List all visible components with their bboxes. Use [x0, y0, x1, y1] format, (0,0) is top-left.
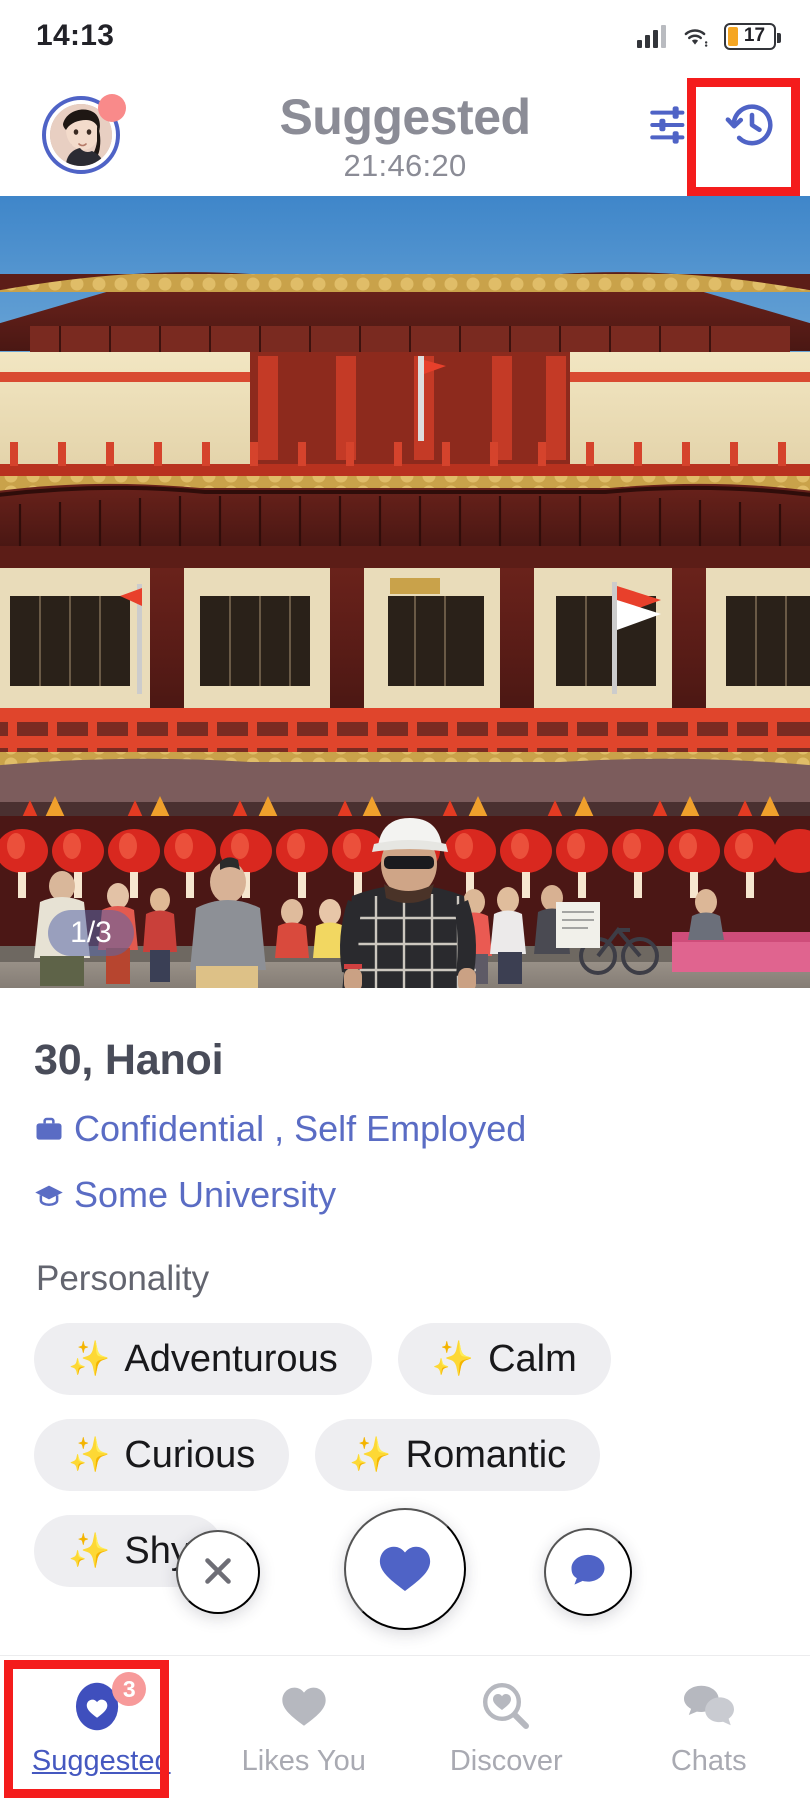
nav-item-chats[interactable]: Chats	[608, 1656, 810, 1800]
nav-label-suggested: Suggested	[31, 1745, 171, 1777]
nav-badge-count: 3	[112, 1672, 147, 1706]
personality-chip-label: Curious	[124, 1434, 256, 1476]
status-bar: 14:13 17	[0, 0, 810, 72]
battery-percent: 17	[743, 25, 766, 46]
personality-chip-row: ✨ Adventurous ✨ Calm	[34, 1323, 776, 1395]
nav-item-discover[interactable]: Discover	[405, 1656, 608, 1800]
personality-chip-row: ✨ Curious ✨ Romantic	[34, 1419, 776, 1491]
heart-icon	[376, 1541, 434, 1598]
personality-chip[interactable]: ✨ Calm	[397, 1323, 611, 1395]
briefcase-icon	[34, 1114, 64, 1144]
cellular-signal-icon	[637, 24, 666, 48]
personality-section-label: Personality	[36, 1259, 210, 1298]
sparkle-icon: ✨	[68, 1340, 111, 1378]
nav-label-likes-you: Likes You	[241, 1745, 366, 1777]
profile-job-row: Confidential , Self Employed	[34, 1107, 776, 1151]
profile-education-text: Some University	[74, 1174, 337, 1215]
app-screen: 14:13 17 Suggested 21:46:20 1/3 30, Hano…	[0, 0, 810, 1800]
nav-label-chats: Chats	[670, 1745, 747, 1777]
app-header: Suggested 21:46:20	[0, 72, 810, 196]
graduation-cap-icon	[34, 1180, 64, 1210]
battery-icon: 17	[724, 22, 781, 50]
wifi-icon	[680, 24, 710, 48]
avatar-notification-dot	[98, 94, 126, 122]
photo-counter: 1/3	[48, 910, 134, 956]
sparkle-icon: ✨	[68, 1532, 111, 1570]
nav-item-likes-you[interactable]: Likes You	[203, 1656, 406, 1800]
history-button[interactable]	[716, 90, 788, 162]
sparkle-icon: ✨	[68, 1436, 111, 1474]
status-bar-time: 14:13	[36, 19, 115, 52]
chat-bubbles-icon	[682, 1678, 736, 1734]
chinese-temple-photo	[0, 196, 810, 988]
personality-chip[interactable]: ✨ Curious	[34, 1419, 290, 1491]
personality-chip[interactable]: ✨ Romantic	[315, 1419, 601, 1491]
personality-chip-label: Calm	[488, 1338, 577, 1380]
status-bar-icons: 17	[637, 22, 781, 50]
close-x-icon	[197, 1550, 239, 1595]
history-clock-icon	[725, 98, 779, 155]
sparkle-icon: ✨	[431, 1340, 475, 1378]
header-actions	[634, 90, 788, 162]
nav-label-discover: Discover	[449, 1745, 563, 1777]
personality-chip-label: Romantic	[405, 1434, 567, 1476]
suggested-heart-icon: 3	[72, 1672, 147, 1734]
pass-button[interactable]	[176, 1530, 260, 1614]
sparkle-icon: ✨	[349, 1436, 392, 1474]
profile-name-age-location: 30, Hanoi	[34, 1036, 224, 1084]
bottom-navigation: 3 Suggested Likes You Discover Chats	[0, 1655, 810, 1800]
personality-chip[interactable]: ✨ Adventurous	[34, 1323, 372, 1395]
filter-button[interactable]	[634, 90, 706, 162]
chat-button[interactable]	[544, 1528, 632, 1616]
filter-tune-icon	[647, 102, 693, 151]
profile-photo[interactable]: 1/3	[0, 196, 810, 988]
avatar[interactable]	[42, 94, 126, 176]
profile-education-row: Some University	[34, 1173, 776, 1217]
heart-icon	[279, 1678, 329, 1734]
personality-chip-label: Adventurous	[124, 1338, 338, 1380]
like-button[interactable]	[344, 1508, 466, 1630]
chat-bubble-icon	[566, 1549, 610, 1596]
profile-job-text: Confidential , Self Employed	[74, 1108, 527, 1149]
nav-item-suggested[interactable]: 3 Suggested	[0, 1656, 203, 1800]
search-heart-icon	[480, 1678, 532, 1734]
